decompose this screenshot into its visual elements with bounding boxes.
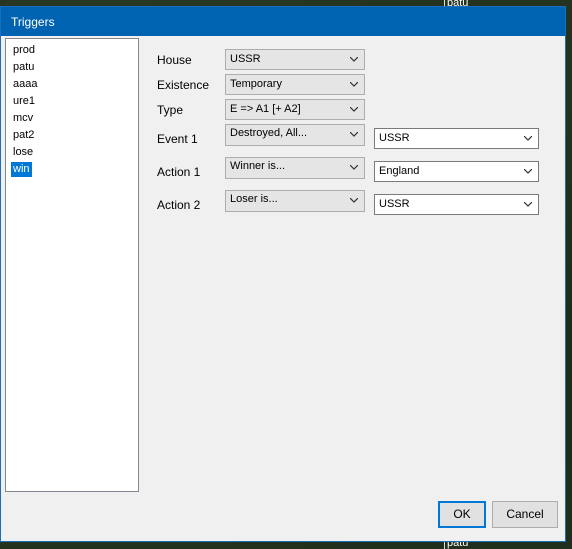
trigger-list-item-prod[interactable]: prod bbox=[11, 43, 37, 58]
dialog-title: Triggers bbox=[11, 15, 55, 29]
trigger-list-item-aaaa[interactable]: aaaa bbox=[11, 77, 39, 92]
existence-dropdown[interactable]: Temporary bbox=[225, 74, 365, 95]
action2-param-dropdown[interactable]: USSR bbox=[374, 194, 539, 215]
existence-label: Existence bbox=[157, 78, 210, 92]
action1-value: Winner is... bbox=[230, 160, 286, 172]
chevron-down-icon bbox=[524, 169, 532, 174]
chevron-down-icon bbox=[524, 136, 532, 141]
trigger-list-item-lose[interactable]: lose bbox=[11, 145, 35, 160]
action2-dropdown[interactable]: Loser is... bbox=[225, 190, 365, 212]
action1-param-value: England bbox=[379, 165, 420, 177]
chevron-down-icon bbox=[350, 198, 358, 203]
action2-value: Loser is... bbox=[230, 193, 278, 205]
event1-param-dropdown[interactable]: USSR bbox=[374, 128, 539, 149]
trigger-list-item-win[interactable]: win bbox=[11, 162, 32, 177]
action1-dropdown[interactable]: Winner is... bbox=[225, 157, 365, 179]
chevron-down-icon bbox=[350, 107, 358, 112]
action1-param-dropdown[interactable]: England bbox=[374, 161, 539, 182]
trigger-list-item-patu[interactable]: patu bbox=[11, 60, 36, 75]
house-dropdown[interactable]: USSR bbox=[225, 49, 365, 70]
house-value: USSR bbox=[230, 53, 261, 65]
title-bar[interactable]: Triggers bbox=[1, 7, 565, 36]
event1-value: Destroyed, All... bbox=[230, 127, 308, 139]
type-dropdown[interactable]: E => A1 [+ A2] bbox=[225, 99, 365, 120]
chevron-down-icon bbox=[350, 165, 358, 170]
triggers-dialog: Triggers prod patu aaaa ure1 mcv pat2 lo… bbox=[0, 6, 566, 542]
chevron-down-icon bbox=[350, 82, 358, 87]
trigger-list-item-pat2[interactable]: pat2 bbox=[11, 128, 36, 143]
cancel-button[interactable]: Cancel bbox=[492, 501, 558, 528]
type-value: E => A1 [+ A2] bbox=[230, 103, 301, 115]
action2-param-value: USSR bbox=[379, 198, 410, 210]
house-label: House bbox=[157, 53, 192, 67]
trigger-list-item-ure1[interactable]: ure1 bbox=[11, 94, 37, 109]
existence-value: Temporary bbox=[230, 78, 282, 90]
chevron-down-icon bbox=[350, 132, 358, 137]
trigger-list-item-mcv[interactable]: mcv bbox=[11, 111, 35, 126]
event1-label: Event 1 bbox=[157, 132, 198, 146]
ok-button[interactable]: OK bbox=[438, 501, 486, 528]
action2-label: Action 2 bbox=[157, 198, 201, 212]
chevron-down-icon bbox=[524, 202, 532, 207]
event1-dropdown[interactable]: Destroyed, All... bbox=[225, 124, 365, 146]
type-label: Type bbox=[157, 103, 184, 117]
trigger-list[interactable]: prod patu aaaa ure1 mcv pat2 lose win bbox=[5, 38, 139, 492]
chevron-down-icon bbox=[350, 57, 358, 62]
action1-label: Action 1 bbox=[157, 165, 201, 179]
event1-param-value: USSR bbox=[379, 132, 410, 144]
